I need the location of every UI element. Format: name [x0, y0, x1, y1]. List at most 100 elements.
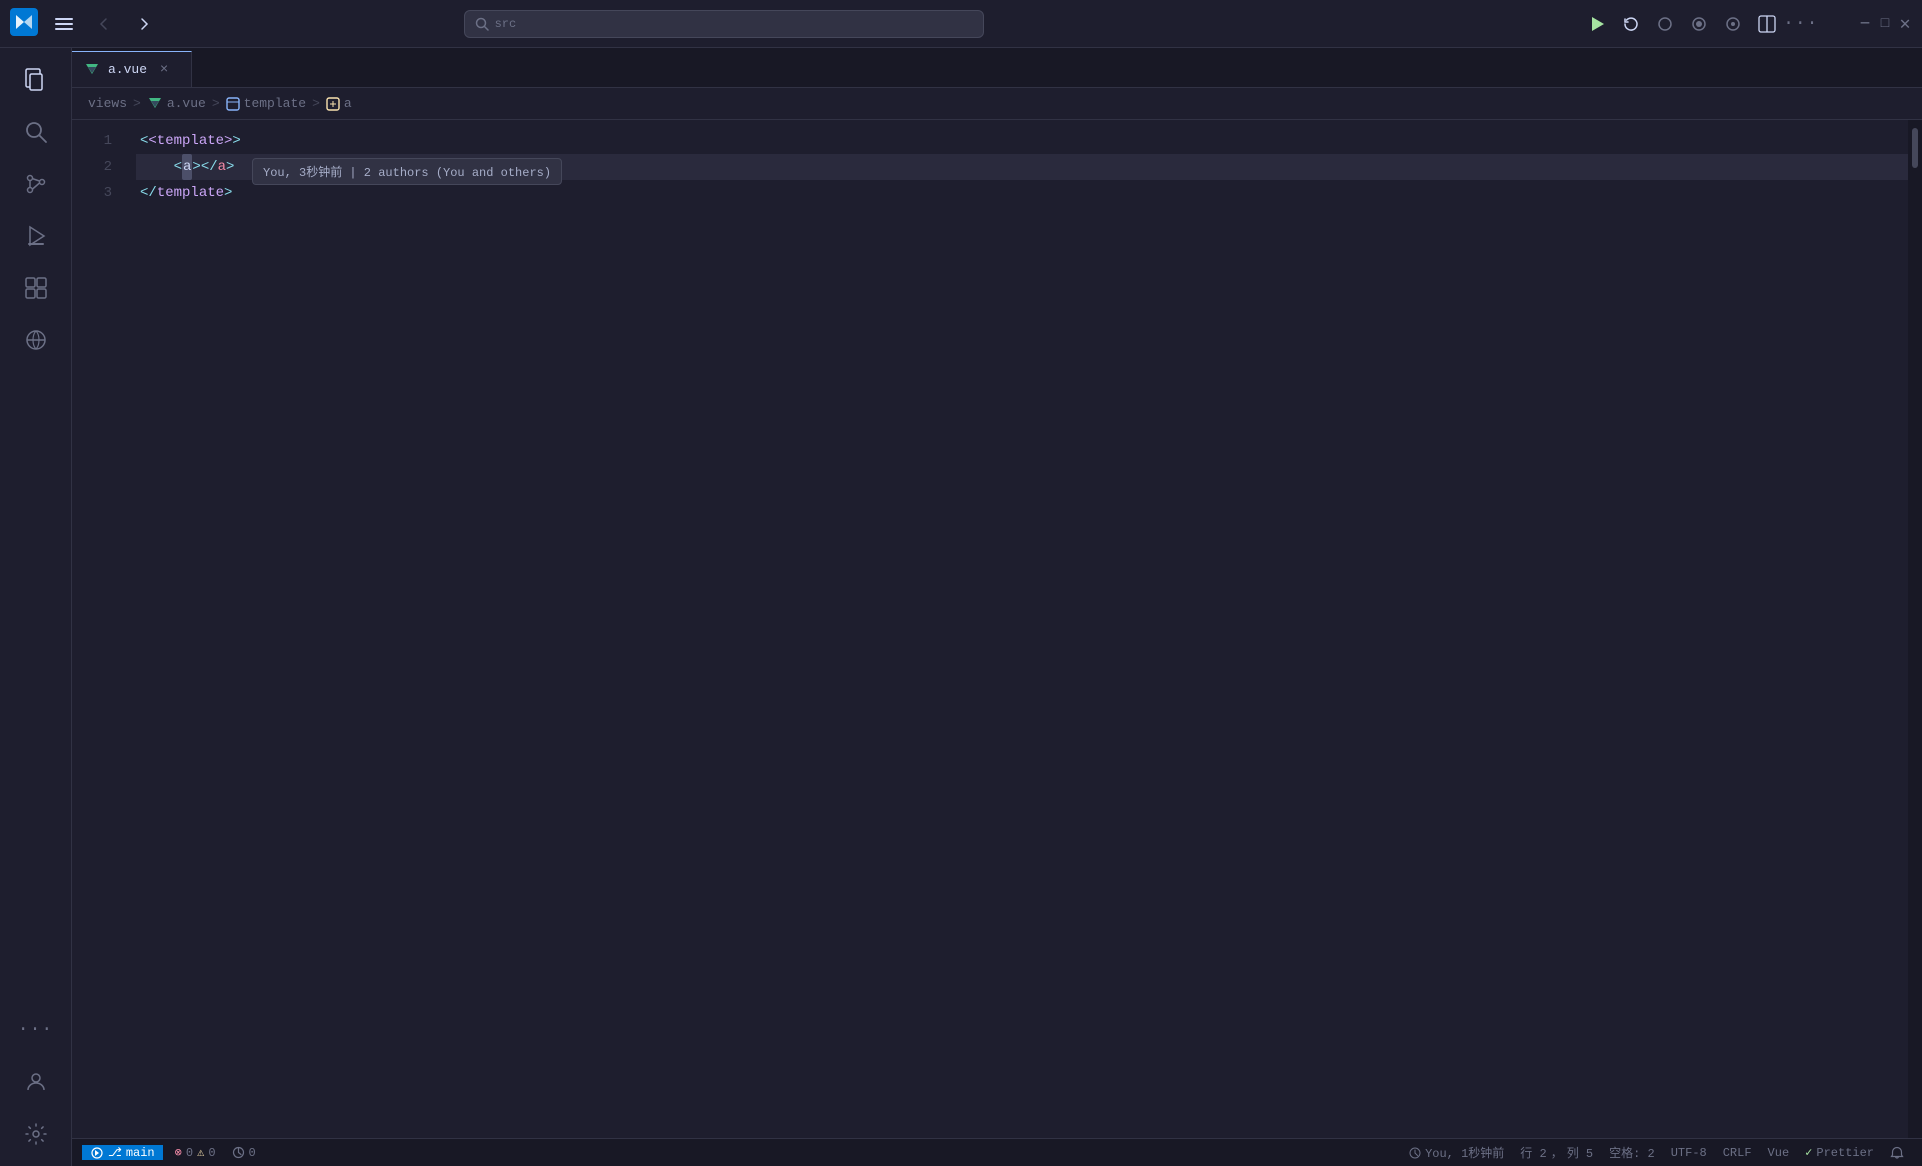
more-button[interactable]: ··· — [12, 1006, 60, 1054]
status-left: ⎇ main ⊗ 0 ⚠ 0 0 — [82, 1145, 264, 1160]
scrollbar-thumb[interactable] — [1912, 128, 1918, 168]
breakpoint-filled-button[interactable] — [1685, 10, 1713, 38]
tag-open-bracket-3: </ — [140, 180, 157, 206]
breadcrumb-vue-icon — [147, 96, 163, 112]
warning-count: 0 — [208, 1146, 215, 1160]
status-spaces[interactable]: 空格: 2 — [1601, 1144, 1663, 1161]
row-label: 行 2 — [1520, 1144, 1546, 1161]
vscode-logo — [10, 8, 38, 40]
spaces-label: 空格: 2 — [1609, 1144, 1655, 1161]
line2-close-bracket: > — [226, 154, 234, 180]
line2-tag-a: a — [182, 154, 192, 180]
account-button[interactable] — [12, 1058, 60, 1106]
remote-button[interactable] — [12, 316, 60, 364]
search-placeholder: src — [495, 17, 517, 31]
breadcrumb-views[interactable]: views — [88, 96, 127, 111]
window-controls: ··· – □ ✕ — [1583, 10, 1912, 38]
explorer-button[interactable] — [12, 56, 60, 104]
remote-sync-count: 0 — [249, 1146, 256, 1160]
golive-button[interactable] — [1719, 10, 1747, 38]
breadcrumb-element-label: a — [344, 96, 352, 111]
breadcrumb-sep-3: > — [312, 96, 320, 111]
source-control-button[interactable] — [12, 160, 60, 208]
blame-text: You, 1秒钟前 — [1425, 1144, 1504, 1161]
breadcrumb: views > a.vue > template > — [72, 88, 1922, 120]
line-numbers: 1 2 3 — [72, 120, 128, 1138]
line2-close-open: ></ — [192, 154, 217, 180]
line2-open-bracket: < — [174, 154, 182, 180]
code-indent — [140, 154, 174, 180]
settings-button[interactable] — [12, 1110, 60, 1158]
tag-open-bracket-1: < — [140, 128, 148, 154]
status-errors[interactable]: ⊗ 0 ⚠ 0 — [167, 1145, 224, 1160]
vue-file-icon — [84, 62, 100, 78]
line-number-3: 3 — [72, 180, 112, 206]
tag-name-template-close: template — [157, 180, 224, 206]
breadcrumb-sep-1: > — [133, 96, 141, 111]
error-count: 0 — [186, 1146, 193, 1160]
status-remote-sync[interactable]: 0 — [224, 1146, 264, 1160]
status-notification[interactable] — [1882, 1146, 1912, 1160]
tag-name-template-open: <template> — [148, 128, 232, 154]
breadcrumb-sep-2: > — [212, 96, 220, 111]
titlebar: src — [0, 0, 1922, 48]
code-content[interactable]: <<template>> <a></a> You, 1秒钟前 • Uncommi… — [128, 120, 1908, 1138]
split-editor-button[interactable] — [1753, 10, 1781, 38]
search-bar[interactable]: src — [464, 10, 984, 38]
status-remote-icon: ⎇ — [108, 1145, 122, 1160]
status-right: You, 1秒钟前 行 2， 列 5 空格: 2 UTF-8 CRLF Vue — [1401, 1144, 1912, 1161]
prettier-label: Prettier — [1816, 1146, 1874, 1160]
prettier-check-icon: ✓ — [1805, 1145, 1812, 1160]
tab-a-vue[interactable]: a.vue × — [72, 51, 192, 87]
language-label: Vue — [1768, 1146, 1790, 1160]
debug-restart-button[interactable] — [1617, 10, 1645, 38]
maximize-button[interactable]: □ — [1878, 17, 1892, 31]
code-editor[interactable]: 1 2 3 <<template>> <a></a> You, 1秒钟前 • U… — [72, 120, 1922, 1138]
line2-close-tag: a — [218, 154, 226, 180]
breadcrumb-views-label: views — [88, 96, 127, 111]
breakpoint-empty-button[interactable] — [1651, 10, 1679, 38]
close-button[interactable]: ✕ — [1898, 17, 1912, 31]
warning-icon: ⚠ — [197, 1145, 204, 1160]
status-remote[interactable]: ⎇ main — [82, 1145, 163, 1160]
error-icon: ⊗ — [175, 1145, 182, 1160]
search-button[interactable] — [12, 108, 60, 156]
breadcrumb-template[interactable]: template — [226, 96, 306, 111]
git-blame-tooltip: You, 3秒钟前 | 2 authors (You and others) — [252, 158, 562, 185]
tab-close-button[interactable]: × — [155, 61, 173, 79]
tab-bar: a.vue × — [72, 48, 1922, 88]
status-line-ending[interactable]: CRLF — [1715, 1146, 1760, 1160]
status-blame[interactable]: You, 1秒钟前 — [1401, 1144, 1512, 1161]
breadcrumb-file-label: a.vue — [167, 96, 206, 111]
breadcrumb-element[interactable]: a — [326, 96, 352, 111]
encoding-label: UTF-8 — [1671, 1146, 1707, 1160]
breadcrumb-file[interactable]: a.vue — [147, 96, 206, 112]
hamburger-menu-button[interactable] — [48, 8, 80, 40]
breadcrumb-element-icon — [326, 97, 340, 111]
breadcrumb-template-label: template — [244, 96, 306, 111]
scrollbar[interactable] — [1908, 120, 1922, 1138]
back-button[interactable] — [88, 8, 120, 40]
activity-bar: ··· — [0, 48, 72, 1166]
minimize-button[interactable]: – — [1858, 17, 1872, 31]
extensions-button[interactable] — [12, 264, 60, 312]
status-language[interactable]: Vue — [1760, 1146, 1798, 1160]
line-ending-label: CRLF — [1723, 1146, 1752, 1160]
editor-wrapper: a.vue × views > a.vue > — [72, 48, 1922, 1166]
code-line-1: <<template>> — [136, 128, 1908, 154]
git-blame-text: You, 3秒钟前 | 2 authors (You and others) — [263, 166, 551, 180]
line-number-2: 2 — [72, 154, 112, 180]
status-prettier[interactable]: ✓ Prettier — [1797, 1145, 1882, 1160]
status-bar: ⎇ main ⊗ 0 ⚠ 0 0 — [72, 1138, 1922, 1166]
line-number-1: 1 — [72, 128, 112, 154]
status-row-col[interactable]: 行 2， 列 5 — [1512, 1144, 1601, 1161]
main-layout: ··· a.vue × — [0, 48, 1922, 1166]
run-button[interactable] — [1583, 10, 1611, 38]
forward-button[interactable] — [128, 8, 160, 40]
status-branch: main — [126, 1146, 155, 1160]
breadcrumb-template-icon — [226, 97, 240, 111]
tab-label: a.vue — [108, 62, 147, 77]
run-debug-button[interactable] — [12, 212, 60, 260]
status-encoding[interactable]: UTF-8 — [1663, 1146, 1715, 1160]
more-actions-button[interactable]: ··· — [1787, 10, 1815, 38]
